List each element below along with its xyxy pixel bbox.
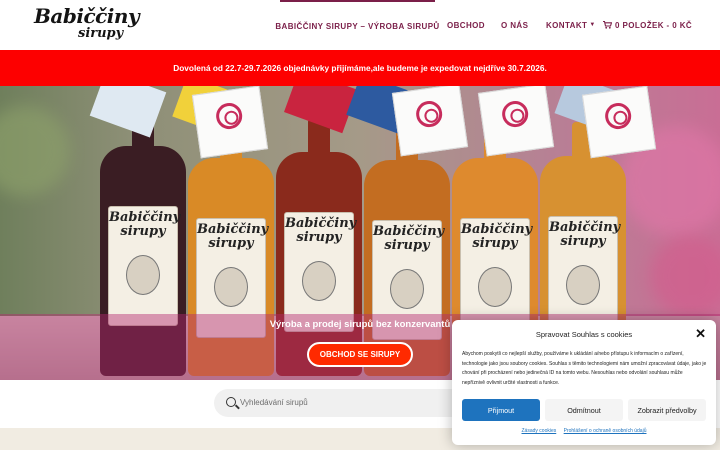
- nav-item-contact[interactable]: Kontakt ▼: [546, 0, 596, 50]
- bokeh-green: [0, 106, 70, 196]
- nav-about-label: O nás: [501, 20, 529, 30]
- privacy-policy-link[interactable]: Prohlášení o ochraně osobních údajů: [564, 428, 647, 434]
- nav-home-label: Babiččiny sirupy – výroba sirupů: [275, 21, 440, 31]
- cookie-title: Spravovat Souhlas s cookies: [535, 330, 633, 339]
- hanging-tag: [191, 86, 269, 159]
- nav-item-home[interactable]: Babiččiny sirupy – výroba sirupů: [275, 0, 439, 50]
- hanging-tag: [581, 86, 657, 159]
- holiday-notice-bar: Dovolená od 22.7-29.7.2026 objednávky př…: [0, 50, 720, 86]
- cloth-cap-light: [89, 86, 167, 138]
- hanging-tag: [391, 86, 469, 157]
- holiday-notice-text: Dovolená od 22.7-29.7.2026 objednávky př…: [173, 63, 547, 73]
- nav-item-cart[interactable]: 0 položek - 0 Kč: [603, 0, 692, 50]
- cookie-consent-dialog: Spravovat Souhlas s cookies ✕ Abychom po…: [452, 320, 716, 445]
- cookie-links: Zásady cookies Prohlášení o ochraně osob…: [452, 428, 716, 434]
- bottle-label: Babiččiny sirupy: [108, 206, 180, 326]
- logo-line2: sirupy: [78, 26, 124, 41]
- site-logo[interactable]: Babiččiny sirupy: [32, 4, 140, 46]
- logo-line1: Babiččiny: [34, 4, 140, 28]
- nav-item-about[interactable]: O nás: [501, 0, 528, 50]
- cookie-body-text: Abychom poskytli co nejlepší služby, pou…: [462, 351, 707, 386]
- search-icon: [226, 397, 236, 407]
- nav-item-shop[interactable]: Obchod: [447, 0, 485, 50]
- chevron-down-icon: ▼: [589, 22, 596, 28]
- cookie-policy-link[interactable]: Zásady cookies: [522, 428, 557, 434]
- cart-icon: [603, 21, 612, 29]
- cart-summary: 0 položek - 0 Kč: [615, 20, 693, 30]
- close-icon[interactable]: ✕: [695, 326, 706, 342]
- hanging-tag: [477, 86, 555, 157]
- bokeh-pink-2: [650, 236, 720, 316]
- nav-shop-label: Obchod: [447, 20, 485, 30]
- accept-button[interactable]: Přijmout: [462, 399, 540, 421]
- site-header: Babiččiny sirupy Babiččiny sirupy – výro…: [0, 0, 720, 50]
- search-input[interactable]: Vyhledávání sirupů: [240, 398, 308, 407]
- deny-button[interactable]: Odmítnout: [545, 399, 623, 421]
- nav-contact-label: Kontakt: [546, 20, 588, 30]
- preferences-button[interactable]: Zobrazit předvolby: [628, 399, 706, 421]
- shop-syrups-button[interactable]: Obchod se sirupy: [307, 342, 413, 367]
